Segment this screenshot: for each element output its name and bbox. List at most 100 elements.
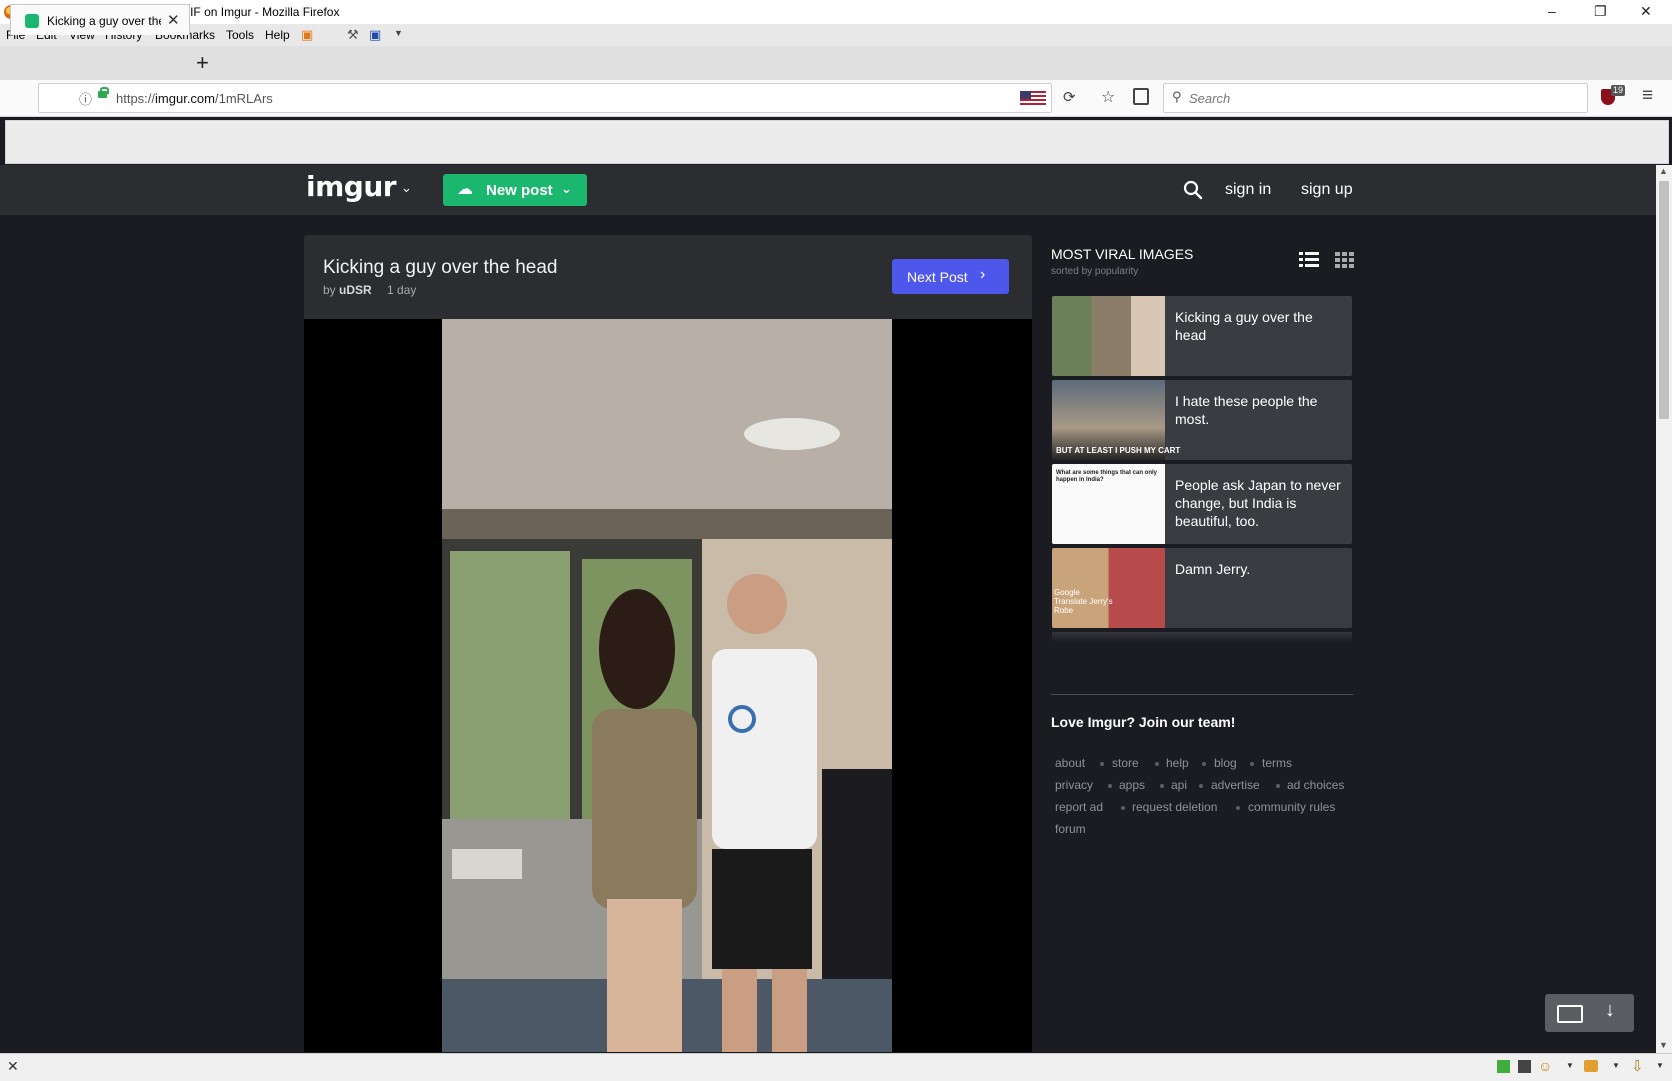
sign-up-link[interactable]: sign up bbox=[1301, 181, 1353, 199]
tab-active[interactable]: Kicking a guy over the head - GIF on Img… bbox=[10, 4, 190, 35]
ublock-badge: 19 bbox=[1611, 85, 1626, 96]
header-search-icon[interactable] bbox=[1183, 180, 1203, 205]
footer-dot bbox=[1236, 806, 1240, 810]
footer-link-privacy[interactable]: privacy bbox=[1055, 778, 1093, 792]
footer-link-forum[interactable]: forum bbox=[1055, 822, 1086, 836]
scroll-down-icon[interactable]: ▼ bbox=[1659, 1040, 1668, 1050]
most-viral-subheading: sorted by popularity bbox=[1051, 266, 1139, 277]
by-label: by bbox=[323, 283, 336, 297]
footer-dot bbox=[1250, 762, 1254, 766]
footer-link-help[interactable]: help bbox=[1166, 756, 1189, 770]
floating-controls: ↓ bbox=[1545, 994, 1634, 1032]
menu-help[interactable]: Help bbox=[265, 28, 290, 42]
footer-link-blog[interactable]: blog bbox=[1214, 756, 1237, 770]
tab-title: Kicking a guy over the head - GIF on Img… bbox=[47, 14, 161, 28]
toolbar-strip bbox=[5, 120, 1669, 164]
minimize-player-icon[interactable] bbox=[1557, 1005, 1583, 1023]
scroll-up-icon[interactable]: ▲ bbox=[1659, 166, 1668, 176]
addon-icon[interactable]: ▣ bbox=[301, 27, 313, 43]
info-icon[interactable]: ⓘ bbox=[79, 89, 92, 108]
footer-dot bbox=[1100, 762, 1104, 766]
viral-item-title: Damn Jerry. bbox=[1175, 561, 1251, 577]
search-placeholder: Search bbox=[1189, 91, 1231, 106]
url-text: https://imgur.com/1mRLArs bbox=[116, 91, 273, 106]
us-flag-icon bbox=[1020, 91, 1046, 105]
hamburger-menu-icon[interactable]: ≡ bbox=[1642, 85, 1653, 107]
most-viral-heading: MOST VIRAL IMAGES bbox=[1051, 246, 1194, 262]
imgur-favicon-icon bbox=[25, 14, 39, 28]
minimize-button[interactable]: – bbox=[1548, 3, 1556, 19]
scrollbar-thumb[interactable] bbox=[1659, 181, 1669, 419]
tab-close-icon[interactable]: ✕ bbox=[167, 11, 180, 29]
join-team-heading[interactable]: Love Imgur? Join our team! bbox=[1051, 714, 1235, 730]
reader-view-icon[interactable] bbox=[1133, 88, 1149, 105]
viral-item[interactable]: BUT AT LEAST I PUSH MY CART I hate these… bbox=[1052, 380, 1352, 460]
viral-item[interactable]: Google Translate Jerry's Robe Damn Jerry… bbox=[1052, 548, 1352, 628]
dropdown-arrow-icon[interactable]: ▼ bbox=[1566, 1061, 1574, 1070]
list-view-icon[interactable] bbox=[1299, 251, 1319, 274]
restore-button[interactable]: ❐ bbox=[1594, 3, 1607, 20]
close-findbar-icon[interactable]: ✕ bbox=[7, 1058, 19, 1075]
lock-shackle bbox=[100, 87, 109, 94]
post-age: 1 day bbox=[387, 283, 417, 297]
footer-link-store[interactable]: store bbox=[1112, 756, 1139, 770]
grid-view-icon[interactable] bbox=[1335, 251, 1355, 274]
download-addon-icon[interactable]: ⇩ bbox=[1631, 1057, 1644, 1075]
addon-green-icon[interactable] bbox=[1497, 1060, 1510, 1073]
reload-icon[interactable]: ⟳ bbox=[1063, 88, 1076, 106]
footer-dot bbox=[1155, 762, 1159, 766]
footer-dot bbox=[1199, 784, 1203, 788]
viral-item-title: I hate these people the most. bbox=[1175, 393, 1318, 427]
viral-item[interactable]: Kicking a guy over the head bbox=[1052, 296, 1352, 376]
viral-thumbnail: BUT AT LEAST I PUSH MY CART bbox=[1052, 380, 1180, 460]
save-icon[interactable]: ▣ bbox=[369, 27, 381, 43]
footer-link-ad-choices[interactable]: ad choices bbox=[1287, 778, 1344, 792]
new-post-button[interactable]: ☁ New post ⌄ bbox=[443, 174, 587, 206]
footer-link-report-ad[interactable]: report ad bbox=[1055, 800, 1103, 814]
viral-item-title: Kicking a guy over the head bbox=[1175, 309, 1313, 343]
footer-dot bbox=[1108, 784, 1112, 788]
addon-face-icon[interactable]: ☺ bbox=[1538, 1058, 1552, 1074]
bookmark-star-icon[interactable]: ☆ bbox=[1101, 87, 1115, 107]
logo-chevron-down-icon[interactable]: ⌄ bbox=[401, 180, 412, 196]
thumbnail-caption: BUT AT LEAST I PUSH MY CART bbox=[1056, 446, 1181, 455]
search-icon: ⚲ bbox=[1172, 89, 1182, 104]
search-bar[interactable]: ⚲ Search bbox=[1163, 83, 1588, 113]
footer-link-request-deletion[interactable]: request deletion bbox=[1132, 800, 1217, 814]
menu-tools[interactable]: Tools bbox=[226, 28, 254, 42]
viral-thumbnail: Google Translate Jerry's Robe bbox=[1052, 548, 1165, 628]
footer-link-advertise[interactable]: advertise bbox=[1211, 778, 1260, 792]
viral-list-fade bbox=[1052, 632, 1352, 642]
url-bar[interactable]: ⓘ https://imgur.com/1mRLArs ⟳ bbox=[38, 83, 1076, 113]
viral-item[interactable]: What are some things that can only happe… bbox=[1052, 464, 1352, 544]
addon-s-icon[interactable] bbox=[1518, 1060, 1531, 1073]
footer-dot bbox=[1121, 806, 1125, 810]
post-meta: by uDSR 1 day bbox=[323, 283, 416, 297]
post-author[interactable]: uDSR bbox=[339, 283, 372, 297]
new-tab-button[interactable]: + bbox=[196, 50, 209, 76]
dropdown-arrow-icon[interactable]: ▼ bbox=[1656, 1061, 1664, 1070]
footer-link-terms[interactable]: terms bbox=[1262, 756, 1292, 770]
sign-in-link[interactable]: sign in bbox=[1225, 181, 1271, 199]
menu-bar: File Edit View History Bookmarks Tools H… bbox=[0, 24, 1672, 46]
footer-link-api[interactable]: api bbox=[1171, 778, 1187, 792]
dropdown-arrow-icon[interactable]: ▼ bbox=[1612, 1061, 1620, 1070]
footer-link-about[interactable]: about bbox=[1055, 756, 1085, 770]
new-post-label: New post bbox=[486, 182, 553, 199]
imgur-header bbox=[0, 165, 1656, 215]
footer-link-apps[interactable]: apps bbox=[1119, 778, 1145, 792]
footer-dot bbox=[1160, 784, 1164, 788]
chevron-right-icon: › bbox=[980, 266, 986, 283]
wrench-icon[interactable]: ⚒ bbox=[347, 27, 359, 43]
viral-item-title: People ask Japan to never change, but In… bbox=[1175, 477, 1341, 529]
navigation-bar: ← ⓘ https://imgur.com/1mRLArs ⟳ ☆ ⚲ Sear… bbox=[0, 80, 1672, 117]
gif-video[interactable] bbox=[442, 319, 892, 1052]
dropdown-arrow-icon[interactable]: ▼ bbox=[394, 28, 403, 38]
imgur-logo[interactable]: imgur bbox=[306, 170, 397, 203]
upload-cloud-icon: ☁ bbox=[457, 181, 473, 198]
arrow-down-icon[interactable]: ↓ bbox=[1605, 999, 1615, 1022]
next-post-button[interactable]: Next Post › bbox=[892, 259, 1009, 294]
close-window-button[interactable]: ✕ bbox=[1640, 3, 1652, 20]
footer-link-community-rules[interactable]: community rules bbox=[1248, 800, 1335, 814]
addon-orange-icon[interactable] bbox=[1584, 1060, 1598, 1072]
